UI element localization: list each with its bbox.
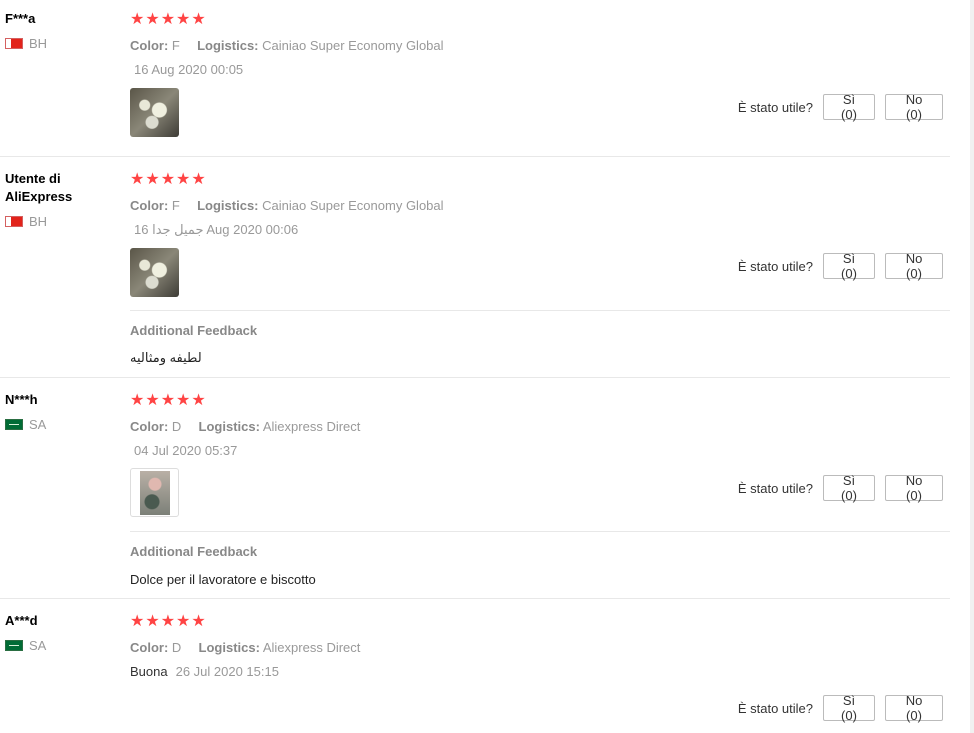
helpful-yes-button[interactable]: Sì (0)	[823, 693, 875, 723]
review-content: 04 Jul 2020 05:37	[130, 441, 950, 461]
country-code: SA	[29, 417, 47, 432]
logistics-value: Aliexpress Direct	[262, 640, 361, 655]
review-date: 04 Jul 2020 05:37	[134, 443, 238, 458]
helpful-yes-button[interactable]: Sì (0)	[823, 251, 875, 281]
review-content: 16 Aug 2020 00:05	[130, 60, 950, 80]
reviewer-name: N***h	[5, 392, 38, 407]
star-rating: ★★★★★	[130, 392, 207, 409]
reviewer-country: SA	[5, 638, 115, 653]
star-rating: ★★★★★	[130, 613, 207, 630]
helpful-question: È stato utile?	[737, 258, 813, 274]
reviewer-country: SA	[5, 417, 115, 432]
country-code: BH	[29, 214, 48, 229]
star-rating: ★★★★★	[130, 11, 207, 28]
product-attributes: Color: F Logistics: Cainiao Super Econom…	[130, 196, 950, 216]
reviewer-name: A***d	[5, 613, 38, 628]
review-date: 26 Jul 2020 15:15	[175, 664, 279, 679]
helpful-no-button[interactable]: No (0)	[885, 693, 943, 723]
additional-feedback-title: Additional Feedback	[130, 323, 258, 338]
helpful-no-button[interactable]: No (0)	[885, 473, 943, 503]
reviewer-name: Utente di AliExpress	[5, 171, 73, 204]
helpful-yes-button[interactable]: Sì (0)	[823, 92, 875, 122]
helpful-question: È stato utile?	[737, 99, 813, 115]
review-text: جميل جدا	[152, 222, 204, 237]
color-value: D	[171, 640, 182, 655]
logistics-value: Cainiao Super Economy Global	[262, 198, 444, 213]
review-content: Buona 26 Jul 2020 15:15	[130, 662, 950, 682]
feedback-divider	[130, 310, 950, 311]
logistics-label: Logistics:	[197, 198, 259, 213]
reviewer-name: F***a	[5, 11, 36, 26]
reviewer-info: Utente di AliExpress BH	[5, 170, 115, 229]
flag-icon	[5, 216, 23, 227]
product-attributes: Color: D Logistics: Aliexpress Direct	[130, 638, 950, 658]
helpful-vote: È stato utile? Sì (0) No (0)	[737, 693, 943, 723]
flag-icon	[5, 38, 23, 49]
reviewer-country: BH	[5, 36, 115, 51]
review-text: Buona	[130, 664, 168, 679]
reviewer-info: N***h SA	[5, 391, 115, 432]
logistics-label: Logistics:	[198, 640, 260, 655]
country-code: SA	[29, 638, 47, 653]
star-rating: ★★★★★	[130, 171, 207, 188]
logistics-value: Cainiao Super Economy Global	[262, 38, 444, 53]
flag-icon	[5, 419, 23, 430]
color-label: Color:	[130, 38, 169, 53]
review-item: F***a BH ★★★★★ Color: F Logistics: Caini…	[0, 0, 950, 157]
additional-feedback-text: لطيفه ومثاليه	[130, 350, 202, 365]
review-photo-thumbnail[interactable]	[130, 248, 179, 297]
helpful-vote: È stato utile? Sì (0) No (0)	[737, 251, 943, 281]
flag-icon	[5, 640, 23, 651]
color-label: Color:	[130, 198, 169, 213]
color-value: F	[171, 38, 180, 53]
review-body: ★★★★★ Color: F Logistics: Cainiao Super …	[130, 10, 950, 80]
review-body: ★★★★★ Color: F Logistics: Cainiao Super …	[130, 170, 950, 240]
review-item: N***h SA ★★★★★ Color: D Logistics: Aliex…	[0, 378, 950, 599]
review-photo-thumbnail[interactable]	[130, 468, 179, 517]
helpful-yes-button[interactable]: Sì (0)	[823, 473, 875, 503]
product-attributes: Color: F Logistics: Cainiao Super Econom…	[130, 36, 950, 56]
review-item: A***d SA ★★★★★ Color: D Logistics: Aliex…	[0, 599, 950, 733]
review-item: Utente di AliExpress BH ★★★★★ Color: F L…	[0, 157, 950, 378]
review-content: 16 جميل جدا Aug 2020 00:06	[130, 220, 950, 240]
helpful-no-button[interactable]: No (0)	[885, 251, 943, 281]
review-date: 16 Aug 2020 00:05	[134, 62, 244, 77]
product-attributes: Color: D Logistics: Aliexpress Direct	[130, 417, 950, 437]
helpful-vote: È stato utile? Sì (0) No (0)	[737, 473, 943, 503]
helpful-question: È stato utile?	[737, 480, 813, 496]
helpful-vote: È stato utile? Sì (0) No (0)	[737, 92, 943, 122]
reviewer-country: BH	[5, 214, 115, 229]
color-label: Color:	[130, 419, 169, 434]
review-date: Aug 2020 00:06	[206, 222, 299, 237]
logistics-label: Logistics:	[198, 419, 260, 434]
review-body: ★★★★★ Color: D Logistics: Aliexpress Dir…	[130, 391, 950, 461]
helpful-no-button[interactable]: No (0)	[885, 92, 943, 122]
review-body: ★★★★★ Color: D Logistics: Aliexpress Dir…	[130, 612, 950, 682]
additional-feedback-title: Additional Feedback	[130, 544, 258, 559]
additional-feedback-text: Dolce per il lavoratore e biscotto	[130, 572, 316, 587]
country-code: BH	[29, 36, 48, 51]
scrollbar[interactable]	[970, 0, 974, 733]
logistics-label: Logistics:	[197, 38, 259, 53]
color-value: D	[171, 419, 182, 434]
reviewer-info: A***d SA	[5, 612, 115, 653]
feedback-divider	[130, 531, 950, 532]
review-photo-thumbnail[interactable]	[130, 88, 179, 137]
logistics-value: Aliexpress Direct	[262, 419, 361, 434]
color-value: F	[171, 198, 180, 213]
helpful-question: È stato utile?	[737, 700, 813, 716]
color-label: Color:	[130, 640, 169, 655]
reviewer-info: F***a BH	[5, 10, 115, 51]
